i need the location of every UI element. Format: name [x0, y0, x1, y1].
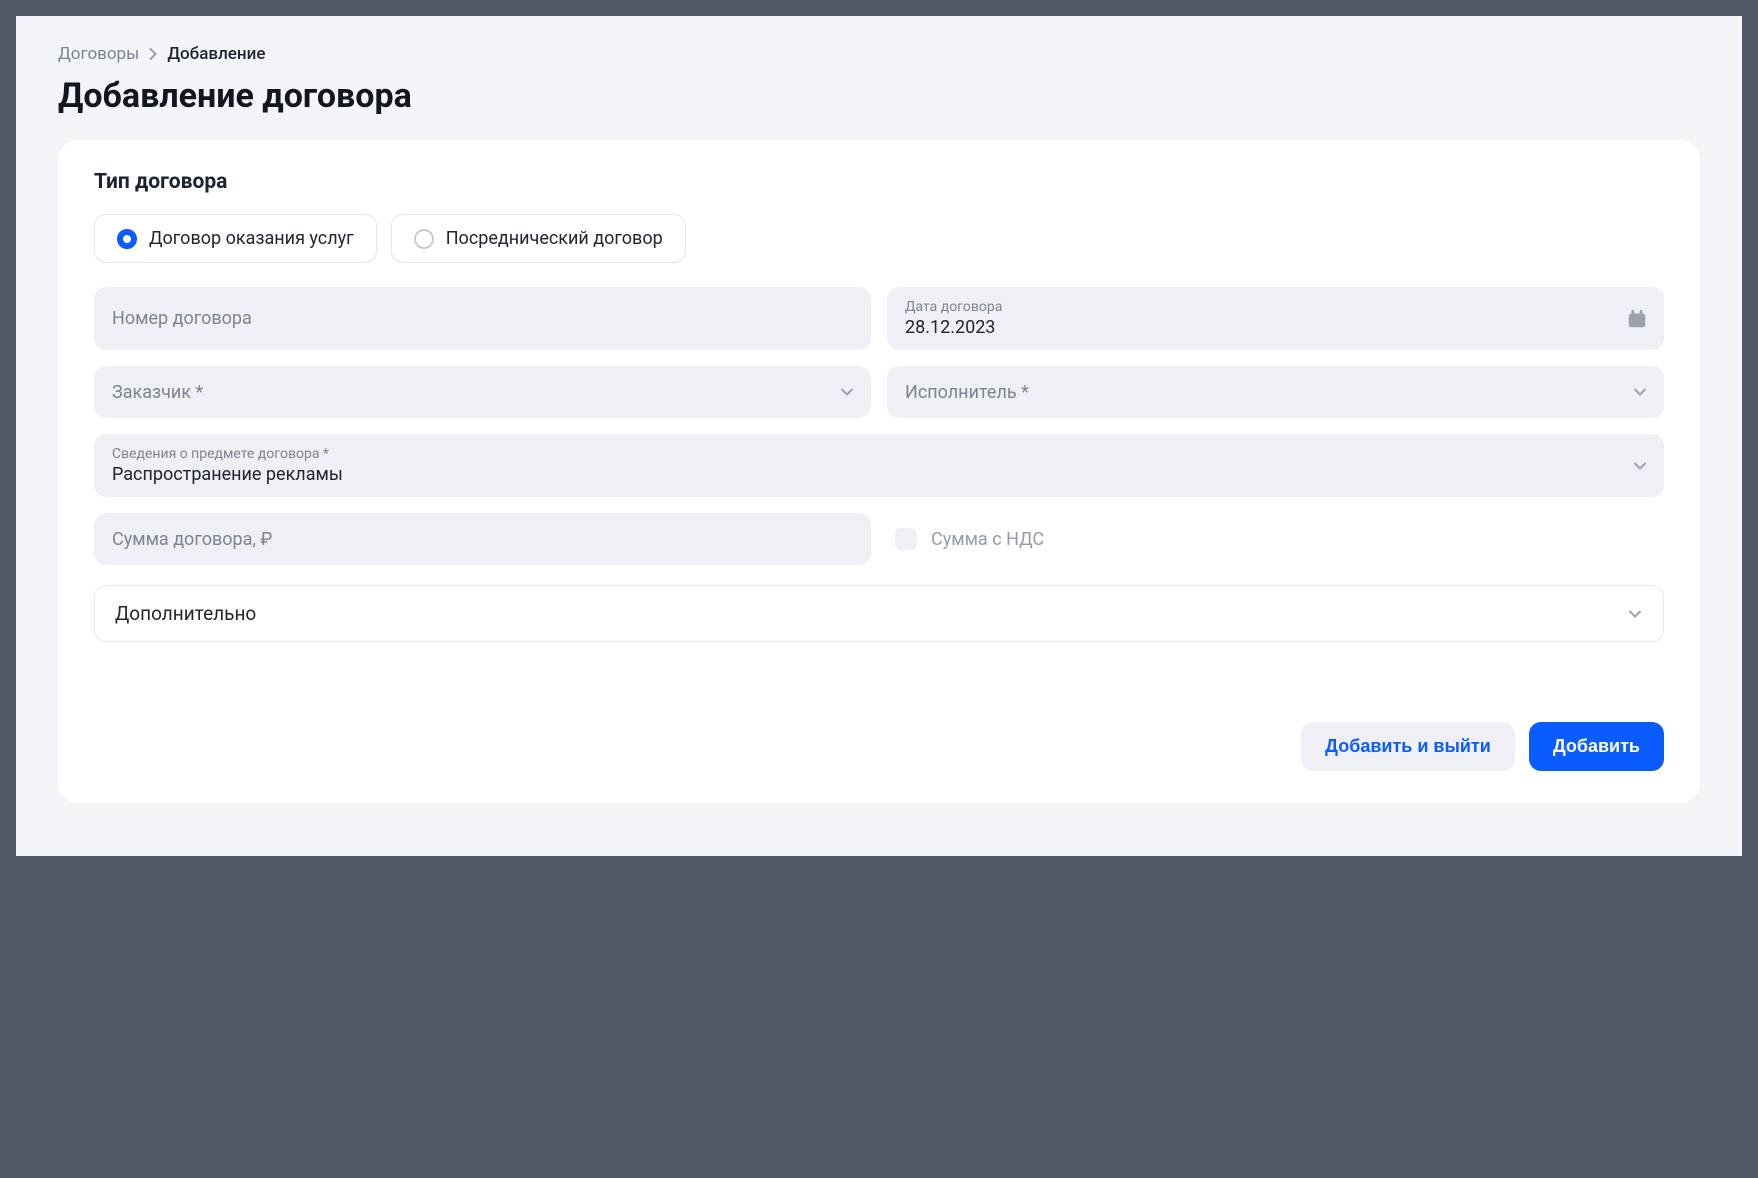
checkbox-label: Сумма с НДС [931, 529, 1044, 550]
breadcrumb: Договоры Добавление [58, 44, 1700, 64]
field-label: Дата договора [905, 299, 1646, 315]
breadcrumb-parent[interactable]: Договоры [58, 44, 139, 64]
field-value: 28.12.2023 [905, 317, 1646, 338]
checkbox-icon [895, 528, 917, 550]
chevron-down-icon [1632, 384, 1648, 400]
field-placeholder: Исполнитель * [905, 382, 1646, 403]
field-placeholder: Сумма договора, ₽ [112, 529, 853, 550]
chevron-down-icon [839, 384, 855, 400]
chevron-down-icon [1632, 458, 1648, 474]
contract-type-heading: Тип договора [94, 170, 1664, 194]
field-placeholder: Заказчик * [112, 382, 853, 403]
calendar-icon[interactable] [1626, 308, 1648, 330]
field-value: Распространение рекламы [112, 464, 1646, 485]
contract-type-radio-group: Договор оказания услуг Посреднический до… [94, 214, 1664, 263]
additional-expand-panel[interactable]: Дополнительно [94, 585, 1664, 642]
executor-select[interactable]: Исполнитель * [887, 366, 1664, 418]
page-title: Добавление договора [58, 76, 1700, 116]
field-placeholder: Номер договора [112, 308, 853, 329]
expand-panel-label: Дополнительно [115, 602, 256, 625]
add-and-exit-button[interactable]: Добавить и выйти [1301, 722, 1515, 771]
chevron-down-icon [1627, 606, 1643, 622]
add-button[interactable]: Добавить [1529, 722, 1664, 771]
vat-checkbox-row[interactable]: Сумма с НДС [887, 513, 1664, 565]
amount-input[interactable]: Сумма договора, ₽ [94, 513, 871, 565]
contract-date-input[interactable]: Дата договора 28.12.2023 [887, 287, 1664, 350]
field-label: Сведения о предмете договора * [112, 446, 1646, 462]
radio-label: Договор оказания услуг [149, 228, 354, 249]
radio-services-contract[interactable]: Договор оказания услуг [94, 214, 377, 263]
chevron-right-icon [149, 48, 157, 60]
subject-select[interactable]: Сведения о предмете договора * Распростр… [94, 434, 1664, 497]
breadcrumb-current: Добавление [167, 44, 265, 64]
form-card: Тип договора Договор оказания услуг Поср… [58, 140, 1700, 803]
radio-intermediary-contract[interactable]: Посреднический договор [391, 214, 686, 263]
radio-label: Посреднический договор [446, 228, 663, 249]
contract-number-input[interactable]: Номер договора [94, 287, 871, 350]
radio-selected-icon [117, 229, 137, 249]
customer-select[interactable]: Заказчик * [94, 366, 871, 418]
radio-unselected-icon [414, 229, 434, 249]
